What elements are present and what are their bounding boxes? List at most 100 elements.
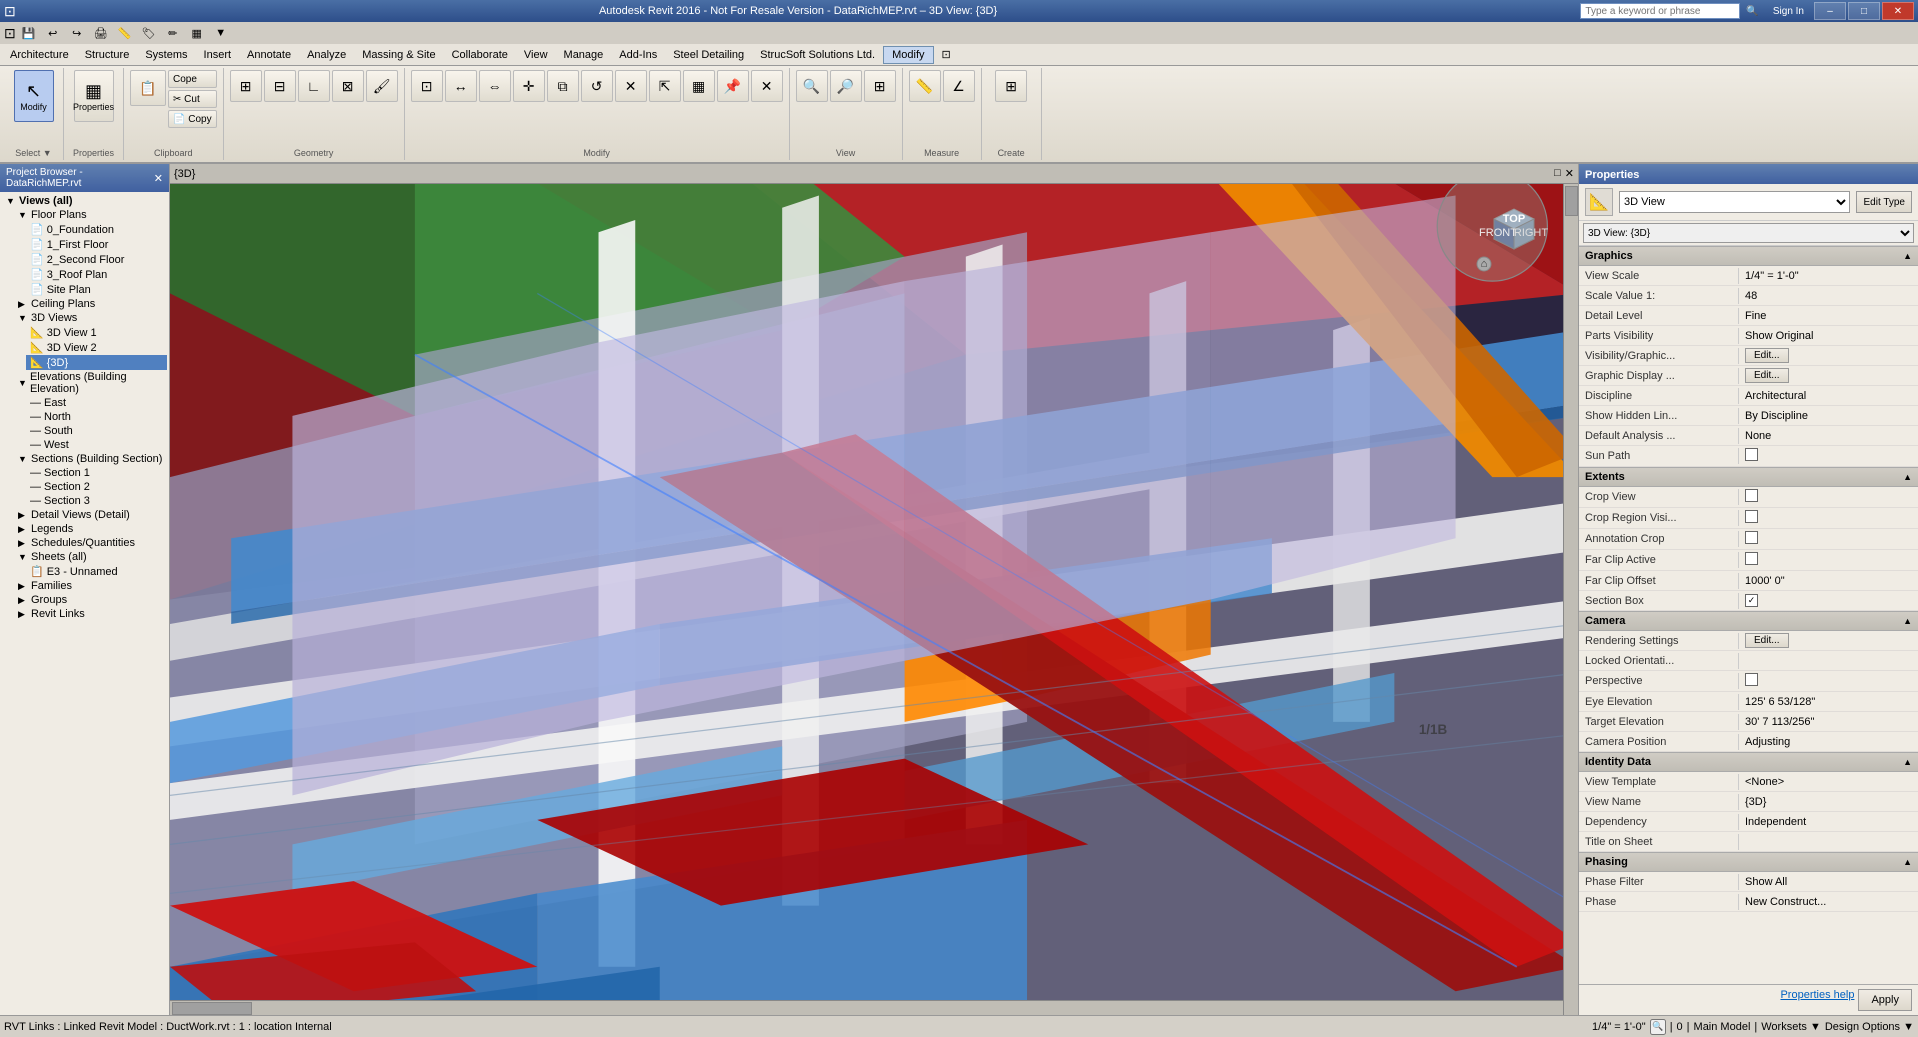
viewport[interactable]: {3D} □ ✕	[170, 164, 1578, 1015]
menu-massing[interactable]: Massing & Site	[354, 47, 443, 63]
paste-button[interactable]: 📋	[130, 70, 166, 106]
pb-legends[interactable]: ▶ Legends	[14, 522, 167, 536]
section-extents[interactable]: Extents ▲	[1579, 467, 1918, 487]
qat-undo[interactable]: ↩	[42, 24, 64, 42]
section-camera[interactable]: Camera ▲	[1579, 611, 1918, 631]
sign-in-label[interactable]: Sign In	[1773, 6, 1804, 17]
nav-cube[interactable]: TOP FRONT RIGHT ⌂	[1474, 194, 1554, 274]
pb-sheet-e3[interactable]: 📋 E3 - Unnamed	[26, 564, 167, 579]
menu-architecture[interactable]: Architecture	[2, 47, 77, 63]
pb-3d-view-1[interactable]: 📐 3D View 1	[26, 325, 167, 340]
pb-1-first-floor[interactable]: 📄 1_First Floor	[26, 237, 167, 252]
menu-view[interactable]: View	[516, 47, 556, 63]
pb-families[interactable]: ▶ Families	[14, 579, 167, 593]
properties-help-link[interactable]: Properties help	[1780, 989, 1854, 1011]
menu-manage[interactable]: Manage	[556, 47, 612, 63]
copy-modify-button[interactable]: ⧉	[547, 70, 579, 102]
vertical-scrollbar[interactable]	[1563, 184, 1578, 1015]
pb-sections[interactable]: ▼ Sections (Building Section)	[14, 452, 167, 466]
pb-0-foundation[interactable]: 📄 0_Foundation	[26, 222, 167, 237]
menu-addins[interactable]: Add-Ins	[611, 47, 665, 63]
paint-button[interactable]: 🖌	[366, 70, 398, 102]
pb-site-plan[interactable]: 📄 Site Plan	[26, 282, 167, 297]
qat-tag[interactable]: 🏷	[138, 24, 160, 42]
unpin-button[interactable]: ✕	[751, 70, 783, 102]
mirror-button[interactable]: ⇔	[479, 70, 511, 102]
pb-schedules[interactable]: ▶ Schedules/Quantities	[14, 536, 167, 550]
3d-scene[interactable]: 1/1B	[170, 184, 1578, 1015]
qat-print[interactable]: 🖨	[90, 24, 112, 42]
apply-button[interactable]: Apply	[1858, 989, 1912, 1011]
view-instance-selector[interactable]: 3D View: {3D}	[1583, 223, 1914, 243]
measure-angle-button[interactable]: ∠	[943, 70, 975, 102]
pb-elevations[interactable]: ▼ Elevations (Building Elevation)	[14, 370, 167, 396]
section-graphics[interactable]: Graphics ▲	[1579, 246, 1918, 266]
join-geometry-button[interactable]: ⊞	[230, 70, 262, 102]
pb-detail-views[interactable]: ▶ Detail Views (Detail)	[14, 508, 167, 522]
pb-3d-views[interactable]: ▼ 3D Views	[14, 311, 167, 325]
zoom-fit-button[interactable]: ⊞	[864, 70, 896, 102]
sun-path-checkbox[interactable]	[1745, 448, 1758, 461]
offset-button[interactable]: ↔	[445, 70, 477, 102]
measure-button[interactable]: 📏	[909, 70, 941, 102]
menu-modify[interactable]: Modify	[883, 46, 933, 64]
pb-revit-links[interactable]: ▶ Revit Links	[14, 607, 167, 621]
visibility-edit-button[interactable]: Edit...	[1745, 348, 1789, 363]
pb-groups[interactable]: ▶ Groups	[14, 593, 167, 607]
section-phasing[interactable]: Phasing ▲	[1579, 852, 1918, 872]
pb-elev-east[interactable]: — East	[26, 396, 167, 410]
menu-context[interactable]: ⊡	[934, 46, 959, 63]
pb-2-second-floor[interactable]: 📄 2_Second Floor	[26, 252, 167, 267]
menu-systems[interactable]: Systems	[137, 47, 195, 63]
viewport-restore[interactable]: □	[1554, 167, 1561, 180]
section-identity[interactable]: Identity Data ▲	[1579, 752, 1918, 772]
zoom-control[interactable]: 🔍	[1650, 1019, 1666, 1035]
pb-sheets[interactable]: ▼ Sheets (all)	[14, 550, 167, 564]
menu-analyze[interactable]: Analyze	[299, 47, 354, 63]
qat-more[interactable]: ▼	[210, 24, 232, 42]
crop-view-checkbox[interactable]	[1745, 489, 1758, 502]
menu-structure[interactable]: Structure	[77, 47, 138, 63]
pb-section-1[interactable]: — Section 1	[26, 466, 167, 480]
horizontal-scrollbar[interactable]	[170, 1000, 1563, 1015]
rendering-settings-button[interactable]: Edit...	[1745, 633, 1789, 648]
qat-save[interactable]: 💾	[18, 24, 40, 42]
pb-floor-plans[interactable]: ▼ Floor Plans	[14, 208, 167, 222]
cope-button[interactable]: Cope	[168, 70, 217, 88]
wall-join-button[interactable]: ∟	[298, 70, 330, 102]
menu-annotate[interactable]: Annotate	[239, 47, 299, 63]
create-button[interactable]: ⊞	[995, 70, 1027, 102]
maximize-button[interactable]: □	[1848, 2, 1880, 20]
pb-section-3[interactable]: — Section 3	[26, 494, 167, 508]
graphic-display-edit-button[interactable]: Edit...	[1745, 368, 1789, 383]
qat-annotate[interactable]: ✏	[162, 24, 184, 42]
project-browser-close[interactable]: ✕	[154, 172, 163, 185]
section-box-checkbox[interactable]	[1745, 594, 1758, 607]
minimize-button[interactable]: –	[1814, 2, 1846, 20]
menu-collaborate[interactable]: Collaborate	[444, 47, 516, 63]
crop-region-checkbox[interactable]	[1745, 510, 1758, 523]
pb-section-2[interactable]: — Section 2	[26, 480, 167, 494]
zoom-in-button[interactable]: 🔍	[796, 70, 828, 102]
pb-elev-west[interactable]: — West	[26, 438, 167, 452]
pb-3-roof-plan[interactable]: 📄 3_Roof Plan	[26, 267, 167, 282]
menu-steel[interactable]: Steel Detailing	[665, 47, 752, 63]
edit-type-button[interactable]: Edit Type	[1856, 191, 1912, 213]
far-clip-active-checkbox[interactable]	[1745, 552, 1758, 565]
pb-elev-north[interactable]: — North	[26, 410, 167, 424]
pb-ceiling-plans[interactable]: ▶ Ceiling Plans	[14, 297, 167, 311]
trim-button[interactable]: ✕	[615, 70, 647, 102]
split-button[interactable]: ⊠	[332, 70, 364, 102]
move-button[interactable]: ✛	[513, 70, 545, 102]
pb-3d-view-2[interactable]: 📐 3D View 2	[26, 340, 167, 355]
zoom-out-button[interactable]: 🔎	[830, 70, 862, 102]
viewport-close[interactable]: ✕	[1565, 167, 1574, 180]
pb-elev-south[interactable]: — South	[26, 424, 167, 438]
cut-button[interactable]: ✂ Cut	[168, 90, 217, 108]
qat-properties[interactable]: ▦	[186, 24, 208, 42]
annotation-crop-checkbox[interactable]	[1745, 531, 1758, 544]
properties-button[interactable]: ▦ Properties	[74, 70, 114, 122]
modify-button[interactable]: ↖ Modify	[14, 70, 54, 122]
copy-button[interactable]: 📄 Copy	[168, 110, 217, 128]
qat-app-menu[interactable]: ⊡	[4, 25, 16, 42]
